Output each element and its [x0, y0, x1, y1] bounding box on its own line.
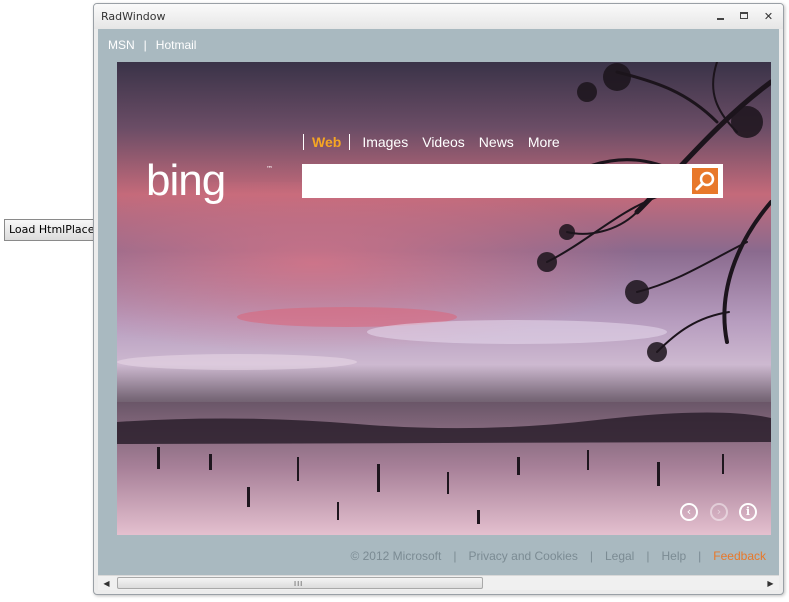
- top-nav: MSN | Hotmail: [108, 38, 196, 52]
- tab-videos[interactable]: Videos: [422, 134, 465, 150]
- minimize-icon[interactable]: [714, 10, 727, 23]
- nav-link-hotmail[interactable]: Hotmail: [156, 38, 197, 52]
- tab-web[interactable]: Web: [312, 134, 341, 150]
- hero-background-image: Web Images Videos News More bing ™ ‹ › i: [117, 62, 771, 535]
- footer-separator: |: [646, 549, 650, 563]
- tab-news[interactable]: News: [479, 134, 514, 150]
- footer-separator: |: [698, 549, 702, 563]
- bing-logo: bing: [146, 156, 226, 205]
- next-image-icon[interactable]: ›: [710, 503, 728, 521]
- search-input[interactable]: [302, 164, 690, 198]
- copyright-text: © 2012 Microsoft: [350, 549, 442, 563]
- tab-images[interactable]: Images: [362, 134, 408, 150]
- close-icon[interactable]: ✕: [762, 10, 775, 23]
- search-button[interactable]: [690, 164, 723, 198]
- footer-separator: |: [589, 549, 593, 563]
- footer-link-privacy[interactable]: Privacy and Cookies: [468, 549, 577, 563]
- footer-separator: |: [453, 549, 457, 563]
- page-footer: © 2012 Microsoft | Privacy and Cookies | Leg…: [350, 549, 766, 563]
- tab-divider: [349, 134, 351, 150]
- nav-link-msn[interactable]: MSN: [108, 38, 135, 52]
- landscape-illustration: [117, 62, 771, 535]
- info-icon[interactable]: i: [739, 503, 757, 521]
- footer-link-legal[interactable]: Legal: [605, 549, 634, 563]
- maximize-icon[interactable]: [738, 10, 751, 23]
- horizontal-scrollbar[interactable]: ◀ III ▶: [98, 575, 779, 590]
- search-tabs: Web Images Videos News More: [303, 134, 574, 150]
- bing-page: MSN | Hotmail Web Images Videos News Mor…: [98, 29, 779, 575]
- footer-link-feedback[interactable]: Feedback: [713, 549, 766, 563]
- scrollbar-grip: III: [294, 580, 304, 588]
- scroll-right-icon[interactable]: ▶: [765, 578, 776, 589]
- previous-image-icon[interactable]: ‹: [680, 503, 698, 521]
- tab-divider: [303, 134, 304, 150]
- search-icon: [692, 168, 718, 194]
- nav-separator: |: [143, 38, 147, 52]
- scrollbar-thumb[interactable]: III: [117, 577, 483, 589]
- tab-more[interactable]: More: [528, 134, 560, 150]
- radwindow: RadWindow ✕ MSN | Hotmail Web Images Vid…: [93, 3, 784, 595]
- window-titlebar[interactable]: RadWindow ✕: [94, 4, 783, 29]
- load-htmlplaceholder-button[interactable]: Load HtmlPlaceholder: [4, 219, 100, 241]
- trademark-mark: ™: [266, 165, 273, 173]
- scroll-left-icon[interactable]: ◀: [101, 578, 112, 589]
- window-title: RadWindow: [101, 10, 166, 23]
- footer-link-help[interactable]: Help: [661, 549, 686, 563]
